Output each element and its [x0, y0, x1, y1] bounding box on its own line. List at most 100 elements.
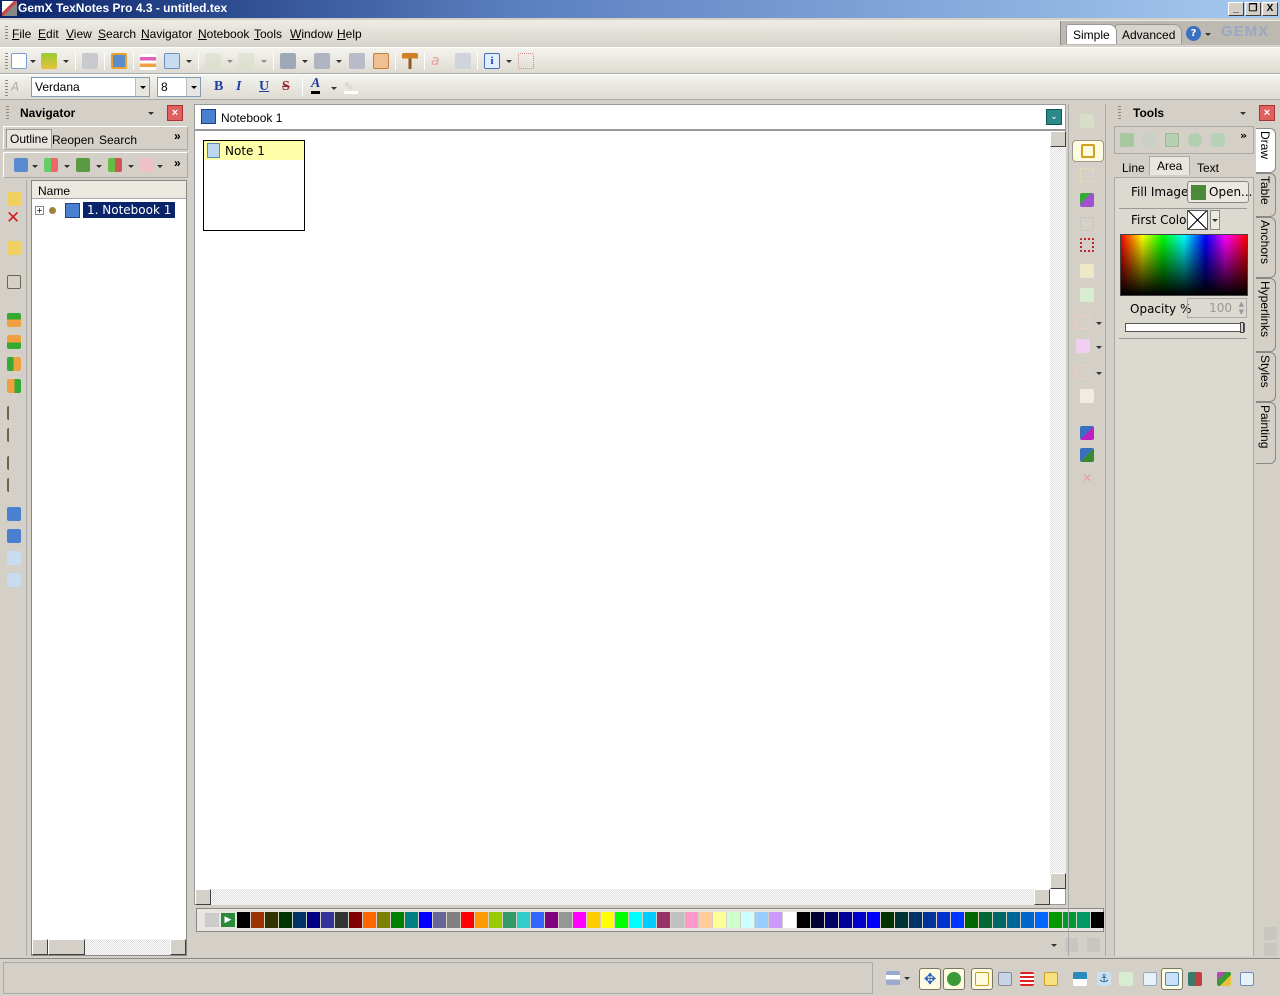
- color-swatch[interactable]: [811, 912, 825, 928]
- color-swatch[interactable]: [1021, 912, 1035, 928]
- subtab-text[interactable]: Text: [1197, 161, 1219, 175]
- add-attachment-icon[interactable]: [108, 158, 122, 172]
- color-swatch[interactable]: [545, 912, 559, 928]
- subtab-line[interactable]: Line: [1122, 161, 1145, 175]
- color-swatch[interactable]: [951, 912, 965, 928]
- properties-icon[interactable]: [1240, 972, 1254, 986]
- mark-icon[interactable]: [7, 275, 21, 289]
- note-card[interactable]: Note 1: [203, 140, 305, 231]
- cascade-icon[interactable]: [998, 972, 1012, 986]
- side-tabs-scroll-down-icon[interactable]: [1264, 943, 1277, 956]
- align-icon[interactable]: [1080, 389, 1094, 403]
- move-tool-icon[interactable]: ✥: [919, 968, 941, 990]
- document-tab-title[interactable]: Notebook 1: [221, 111, 282, 125]
- scroll-up-button[interactable]: [1050, 131, 1066, 147]
- color-swatch[interactable]: [251, 912, 265, 928]
- menu-file[interactable]: File: [12, 27, 31, 41]
- toolbar-grip[interactable]: [5, 53, 8, 69]
- color-swatch[interactable]: [867, 912, 881, 928]
- select-region-icon[interactable]: [518, 53, 534, 69]
- edit-item-icon[interactable]: [7, 192, 21, 206]
- subtab-area[interactable]: Area: [1149, 156, 1191, 175]
- expand-panel-icon[interactable]: ⌄: [1046, 109, 1062, 125]
- rectangle-icon[interactable]: [1120, 133, 1134, 147]
- back-icon[interactable]: [205, 53, 221, 69]
- info-icon[interactable]: i: [484, 53, 500, 69]
- move-left-icon[interactable]: [7, 357, 21, 371]
- notebook-color-icon[interactable]: [1080, 426, 1094, 440]
- first-color-dropdown[interactable]: [1210, 210, 1220, 230]
- back-dropdown-icon[interactable]: [227, 60, 233, 63]
- minimize-button[interactable]: _: [1228, 2, 1244, 16]
- palette-dropdown-icon[interactable]: [1051, 944, 1057, 947]
- forward-dropdown-icon[interactable]: [261, 60, 267, 63]
- note-title-bar[interactable]: Note 1: [204, 141, 304, 160]
- add-image-icon[interactable]: [76, 158, 90, 172]
- dropdown-icon[interactable]: [96, 165, 102, 168]
- color-swatch[interactable]: [993, 912, 1007, 928]
- grid-icon[interactable]: [1080, 168, 1094, 182]
- color-swatch[interactable]: [349, 912, 363, 928]
- font-size-select[interactable]: 8: [157, 77, 201, 97]
- hammer-icon[interactable]: [402, 53, 418, 69]
- print-setup-icon[interactable]: [349, 53, 365, 69]
- tree-item[interactable]: + 1. Notebook 1: [34, 202, 186, 221]
- color-swatch[interactable]: [853, 912, 867, 928]
- opacity-slider[interactable]: [1125, 322, 1245, 333]
- insert-text-icon[interactable]: [455, 53, 471, 69]
- help-icon[interactable]: ?: [1186, 26, 1201, 41]
- collapse-all-icon[interactable]: [7, 428, 21, 442]
- mode-tab-advanced[interactable]: Advanced: [1115, 24, 1183, 44]
- strikethrough-button[interactable]: S: [282, 79, 290, 95]
- color-swatch[interactable]: [321, 912, 335, 928]
- navigator-close-button[interactable]: ×: [167, 105, 183, 121]
- navigator-menu-icon[interactable]: [148, 112, 154, 115]
- color-swatch[interactable]: [769, 912, 783, 928]
- export-note-icon[interactable]: [7, 573, 21, 587]
- remove-background-icon[interactable]: ✕: [1080, 471, 1094, 485]
- rotate-tool-button[interactable]: [943, 968, 965, 990]
- circle-icon[interactable]: [1188, 133, 1202, 147]
- color-swatch[interactable]: [741, 912, 755, 928]
- notebook-image-icon[interactable]: [1080, 448, 1094, 462]
- anchor-icon[interactable]: ⚓: [1097, 972, 1111, 986]
- color-swatch[interactable]: [237, 912, 251, 928]
- tree-item-label[interactable]: 1. Notebook 1: [83, 202, 176, 218]
- more-tabs-icon[interactable]: »: [174, 129, 181, 143]
- color-swatch[interactable]: [461, 912, 475, 928]
- color-swatch[interactable]: [489, 912, 503, 928]
- color-swatch[interactable]: [825, 912, 839, 928]
- menu-view[interactable]: View: [66, 27, 92, 41]
- tree-view-button[interactable]: [971, 968, 993, 990]
- collapse-level-icon[interactable]: [7, 478, 21, 492]
- color-swatch[interactable]: [419, 912, 433, 928]
- more-shapes-icon[interactable]: »: [1240, 129, 1247, 142]
- import-note-icon[interactable]: [7, 551, 21, 565]
- color-swatch[interactable]: [391, 912, 405, 928]
- open-folder-icon[interactable]: [41, 53, 57, 69]
- color-swatch[interactable]: [573, 912, 587, 928]
- move-up-icon[interactable]: [7, 313, 21, 327]
- color-swatch[interactable]: [433, 912, 447, 928]
- info-dropdown-icon[interactable]: [506, 60, 512, 63]
- add-page-icon[interactable]: [140, 158, 154, 172]
- forward-icon[interactable]: [238, 53, 254, 69]
- color-swatch[interactable]: [307, 912, 321, 928]
- spinner-icon[interactable]: ▲ ▼: [1239, 300, 1244, 316]
- cross-box-icon[interactable]: [1211, 133, 1225, 147]
- opacity-input[interactable]: 100 ▲ ▼: [1187, 298, 1247, 318]
- save-as-icon[interactable]: [111, 53, 127, 69]
- mode-tab-simple[interactable]: Simple: [1066, 24, 1117, 44]
- spell-check-icon[interactable]: a: [431, 53, 447, 69]
- print-preview-dropdown-icon[interactable]: [302, 60, 308, 63]
- dropdown-icon[interactable]: [904, 977, 910, 980]
- font-color-dropdown-icon[interactable]: [331, 87, 337, 90]
- close-window-button[interactable]: X: [1262, 2, 1278, 16]
- note-title[interactable]: Note 1: [225, 144, 265, 158]
- dropdown-icon[interactable]: [1096, 346, 1102, 349]
- color-swatch[interactable]: [559, 912, 573, 928]
- view-mode-icon[interactable]: [886, 971, 900, 985]
- connect-icon[interactable]: [1080, 193, 1094, 207]
- underline-button[interactable]: U: [259, 79, 269, 95]
- tools-menu-icon[interactable]: [1240, 112, 1246, 115]
